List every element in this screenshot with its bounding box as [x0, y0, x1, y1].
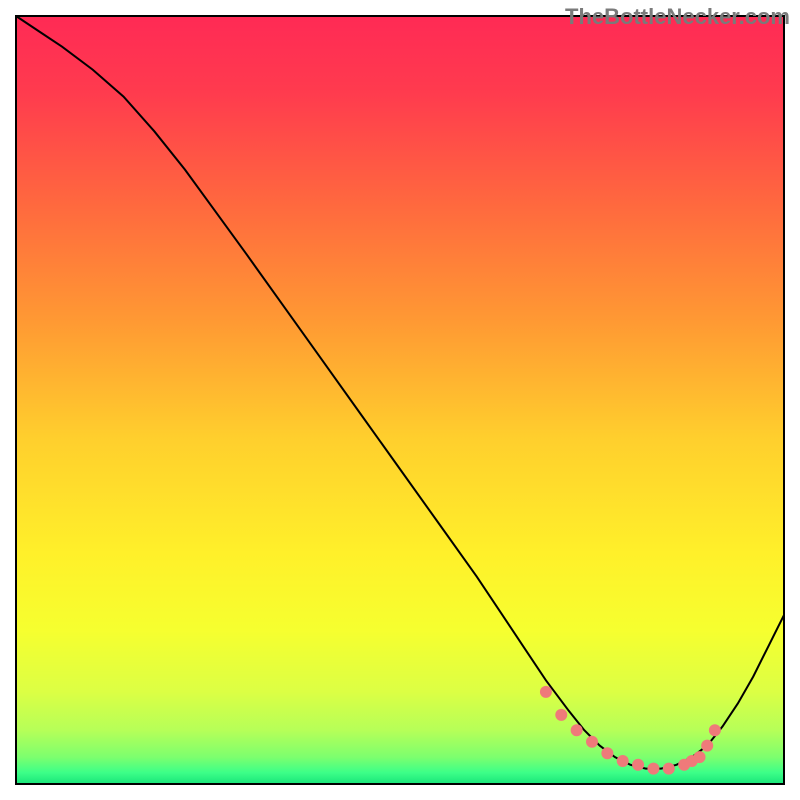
marker-point [709, 724, 721, 736]
marker-point [601, 747, 613, 759]
chart-container: TheBottleNecker.com [0, 0, 800, 800]
marker-point [694, 751, 706, 763]
marker-point [617, 755, 629, 767]
marker-point [555, 709, 567, 721]
chart-frame [15, 15, 785, 785]
marker-point [632, 759, 644, 771]
chart-svg [15, 15, 785, 785]
marker-point [586, 736, 598, 748]
marker-point [663, 763, 675, 775]
watermark-text: TheBottleNecker.com [565, 4, 790, 30]
marker-point [540, 686, 552, 698]
marker-point [701, 740, 713, 752]
gradient-background [16, 16, 784, 784]
marker-point [571, 724, 583, 736]
marker-point [647, 763, 659, 775]
